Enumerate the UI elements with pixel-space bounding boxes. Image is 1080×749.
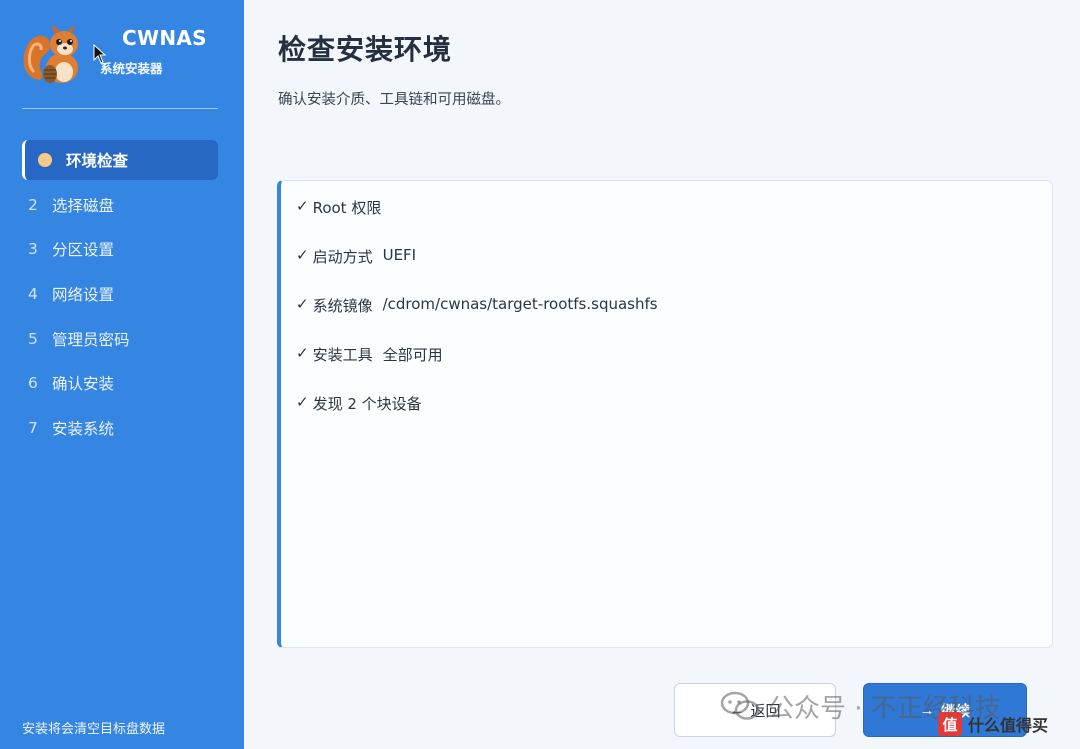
- step-network[interactable]: 4 网络设置: [22, 274, 218, 314]
- check-mark-icon: ✓: [296, 295, 309, 313]
- page-subtitle: 确认安装介质、工具链和可用磁盘。: [278, 92, 510, 108]
- step-partition[interactable]: 3 分区设置: [22, 229, 218, 269]
- step-label: 安装系统: [52, 420, 115, 439]
- step-environment-check[interactable]: 环境检查: [22, 140, 218, 180]
- step-number: 2: [28, 195, 38, 214]
- check-item-system-image: ✓ 系统镜像 /cdrom/cwnas/target-rootfs.squash…: [281, 295, 1052, 344]
- step-admin-password[interactable]: 5 管理员密码: [22, 319, 218, 359]
- step-label: 网络设置: [52, 286, 115, 305]
- check-mark-icon: ✓: [296, 393, 309, 411]
- check-label: 发现 2 个块设备: [312, 395, 422, 413]
- step-number: 5: [28, 329, 38, 348]
- step-number: 3: [28, 240, 38, 259]
- check-mark-icon: ✓: [296, 197, 309, 215]
- step-number: 7: [28, 419, 38, 438]
- sidebar-divider: [22, 108, 218, 109]
- back-button-label: 返回: [750, 702, 781, 720]
- check-label: 系统镜像: [312, 297, 373, 315]
- step-select-disk[interactable]: 2 选择磁盘: [22, 185, 218, 225]
- brand: CWNAS 系统安装器: [20, 20, 225, 90]
- step-confirm-install[interactable]: 6 确认安装: [22, 363, 218, 403]
- step-label: 分区设置: [52, 241, 115, 260]
- step-label: 确认安装: [52, 375, 115, 394]
- check-value: UEFI: [382, 246, 417, 264]
- check-mark-icon: ✓: [296, 344, 309, 362]
- step-label: 管理员密码: [52, 330, 130, 349]
- step-label: 选择磁盘: [52, 196, 115, 215]
- check-value: /cdrom/cwnas/target-rootfs.squashfs: [382, 295, 658, 313]
- installer-window: CWNAS 系统安装器 环境检查 2 选择磁盘 3 分区设置 4 网络设置 5: [0, 0, 1080, 749]
- check-label: 安装工具: [312, 346, 373, 364]
- arrow-left-icon: ←: [729, 701, 745, 719]
- step-label: 环境检查: [66, 152, 129, 170]
- sidebar-footer-note: 安装将会清空目标盘数据: [22, 722, 166, 737]
- step-number: 6: [28, 374, 38, 393]
- check-item-install-tools: ✓ 安装工具 全部可用: [281, 344, 1052, 393]
- check-value: 全部可用: [382, 346, 443, 364]
- environment-checklist: ✓ Root 权限 ✓ 启动方式 UEFI ✓ 系统镜像 /cdrom/cwna…: [277, 180, 1053, 648]
- continue-button-label: 继续: [940, 702, 971, 720]
- main-content: 检查安装环境 确认安装介质、工具链和可用磁盘。 ✓ Root 权限 ✓ 启动方式…: [244, 0, 1080, 749]
- check-mark-icon: ✓: [296, 246, 309, 264]
- active-step-dot-icon: [38, 153, 52, 167]
- squirrel-logo-icon: [23, 24, 78, 83]
- step-number: 4: [28, 285, 38, 304]
- page-title: 检查安装环境: [278, 33, 453, 66]
- step-install-system[interactable]: 7 安装系统: [22, 408, 218, 448]
- check-item-root: ✓ Root 权限: [281, 197, 1052, 246]
- arrow-right-icon: →: [919, 701, 935, 719]
- continue-button[interactable]: → 继续: [863, 683, 1027, 737]
- sidebar: CWNAS 系统安装器 环境检查 2 选择磁盘 3 分区设置 4 网络设置 5: [0, 0, 244, 749]
- check-item-boot-mode: ✓ 启动方式 UEFI: [281, 246, 1052, 295]
- step-list: 环境检查 2 选择磁盘 3 分区设置 4 网络设置 5 管理员密码 6 确认安装: [22, 140, 218, 453]
- check-label: 启动方式: [312, 248, 373, 266]
- check-label: Root 权限: [312, 199, 382, 217]
- back-button[interactable]: ← 返回: [674, 683, 836, 737]
- app-subtitle: 系统安装器: [100, 61, 163, 76]
- check-item-block-devices: ✓ 发现 2 个块设备: [281, 393, 1052, 442]
- app-name: CWNAS: [122, 26, 207, 50]
